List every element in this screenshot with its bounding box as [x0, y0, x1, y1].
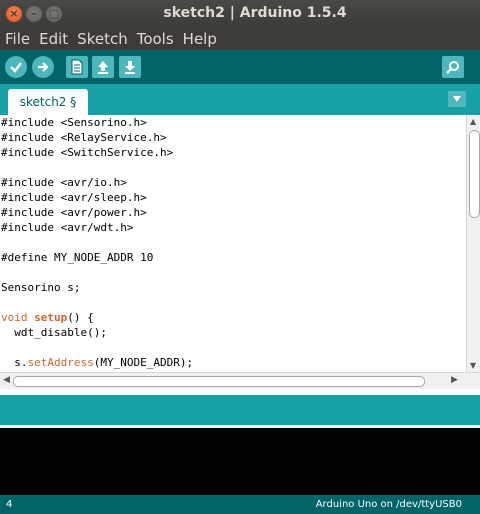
code-line: #include <RelayService.h>: [0, 130, 466, 145]
code-line: Sensorino s;: [0, 280, 466, 295]
code-token: #include <avr/wdt.h>: [1, 221, 134, 234]
console-output: [0, 425, 480, 495]
code-line: void setup() {: [0, 310, 466, 325]
window-title: sketch2 | Arduino 1.5.4: [163, 5, 347, 21]
open-icon: [98, 61, 108, 74]
verify-button[interactable]: [5, 56, 27, 78]
menu-bar: File Edit Sketch Tools Help: [0, 28, 480, 50]
status-bar: 4 Arduino Uno on /dev/ttyUSB0: [0, 495, 480, 514]
vertical-scroll-thumb[interactable]: [469, 130, 480, 218]
code-line: #include <Sensorino.h>: [0, 115, 466, 130]
code-editor[interactable]: #include <Sensorino.h> #include <RelaySer…: [0, 115, 466, 372]
tab-label: sketch2 §: [19, 95, 77, 109]
scroll-right-icon[interactable]: ▶: [451, 375, 458, 385]
code-token: #include <SwitchService.h>: [1, 146, 174, 159]
line-number: 4: [6, 499, 13, 510]
menu-sketch[interactable]: Sketch: [72, 30, 128, 48]
tab-menu-button[interactable]: [448, 91, 466, 107]
code-token: #define MY_NODE_ADDR 10: [1, 251, 154, 264]
new-icon: [71, 59, 83, 75]
code-line: s.setAddress(MY_NODE_ADDR);: [0, 355, 466, 370]
horizontal-scrollbar[interactable]: ◀ ▶: [0, 372, 480, 389]
message-area: [0, 395, 480, 425]
upload-button[interactable]: [32, 56, 54, 78]
code-line: wdt_disable();: [0, 325, 466, 340]
save-button[interactable]: [119, 56, 141, 78]
code-line: #include <avr/sleep.h>: [0, 190, 466, 205]
menu-edit[interactable]: Edit: [34, 30, 68, 48]
code-token: Sensorino s;: [1, 281, 81, 294]
code-line: #include <SwitchService.h>: [0, 145, 466, 160]
menu-tools[interactable]: Tools: [132, 30, 174, 48]
magnifier-icon: [446, 61, 459, 74]
code-token: void: [1, 311, 28, 324]
code-line: #include <avr/wdt.h>: [0, 220, 466, 235]
title-bar: × – □ sketch2 | Arduino 1.5.4: [0, 0, 480, 28]
scroll-up-icon[interactable]: ▲: [470, 117, 476, 126]
code-token: #include <avr/power.h>: [1, 206, 147, 219]
code-token: setup: [34, 311, 68, 324]
tab-bar: sketch2 §: [0, 84, 480, 115]
code-line: #include <avr/io.h>: [0, 175, 466, 190]
code-line: #define MY_NODE_ADDR 10: [0, 250, 466, 265]
menu-file[interactable]: File: [0, 30, 30, 48]
open-button[interactable]: [92, 56, 114, 78]
code-token: wdt_disable();: [1, 326, 107, 339]
save-icon: [125, 61, 135, 74]
vertical-scrollbar[interactable]: ▲ ▼: [466, 115, 480, 372]
menu-help[interactable]: Help: [178, 30, 217, 48]
horizontal-scroll-thumb[interactable]: [13, 376, 425, 387]
code-token: () {: [67, 311, 94, 324]
chevron-down-icon: [453, 96, 461, 102]
code-token: (MY_NODE_ADDR);: [93, 356, 194, 369]
verify-icon: [10, 62, 22, 73]
code-token: #include <avr/io.h>: [1, 176, 127, 189]
code-token: s.: [1, 356, 28, 369]
code-line: #include <avr/power.h>: [0, 205, 466, 220]
new-button[interactable]: [66, 56, 88, 78]
scroll-left-icon[interactable]: ◀: [3, 375, 10, 385]
code-token: setAddress: [27, 356, 94, 369]
code-token: #include <avr/sleep.h>: [1, 191, 147, 204]
toolbar: [0, 50, 480, 84]
tab-sketch2[interactable]: sketch2 §: [8, 89, 88, 115]
serial-monitor-button[interactable]: [442, 56, 464, 78]
scroll-down-icon[interactable]: ▼: [470, 361, 476, 370]
code-token: #include <RelayService.h>: [1, 131, 167, 144]
board-port: Arduino Uno on /dev/ttyUSB0: [315, 499, 462, 510]
code-token: #include <Sensorino.h>: [1, 116, 147, 129]
upload-icon: [38, 62, 49, 72]
